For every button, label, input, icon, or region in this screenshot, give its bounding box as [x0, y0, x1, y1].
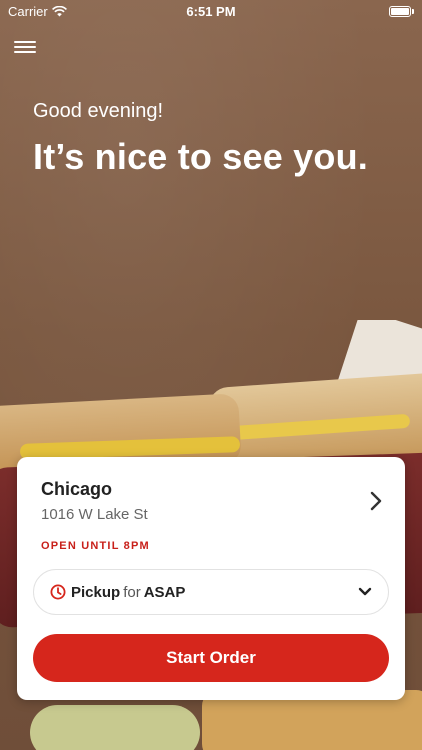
- hamburger-menu-button[interactable]: [14, 38, 36, 56]
- order-timing-label: ASAP: [143, 583, 186, 601]
- battery-icon: [389, 5, 414, 17]
- clock-time: 6:51 PM: [186, 3, 236, 19]
- clock-icon: [50, 584, 66, 600]
- order-mode-connector: for: [123, 583, 141, 601]
- chevron-down-icon: [358, 587, 372, 596]
- order-card: Chicago 1016 W Lake St OPEN UNTIL 8PM Pi…: [17, 457, 405, 700]
- chevron-right-icon: [370, 491, 382, 511]
- order-mode-label: Pickup: [71, 583, 121, 601]
- status-bar: Carrier 6:51 PM: [0, 0, 422, 22]
- location-address: 1016 W Lake St: [41, 506, 148, 523]
- open-status-label: OPEN UNTIL 8PM: [41, 540, 150, 552]
- greeting-title: It’s nice to see you.: [33, 136, 368, 177]
- greeting-subtitle: Good evening!: [33, 100, 164, 122]
- start-order-button[interactable]: Start Order: [33, 634, 389, 682]
- pickup-time-selector[interactable]: Pickup for ASAP: [33, 569, 389, 615]
- location-selector[interactable]: Chicago 1016 W Lake St: [41, 479, 385, 529]
- location-name: Chicago: [41, 479, 113, 499]
